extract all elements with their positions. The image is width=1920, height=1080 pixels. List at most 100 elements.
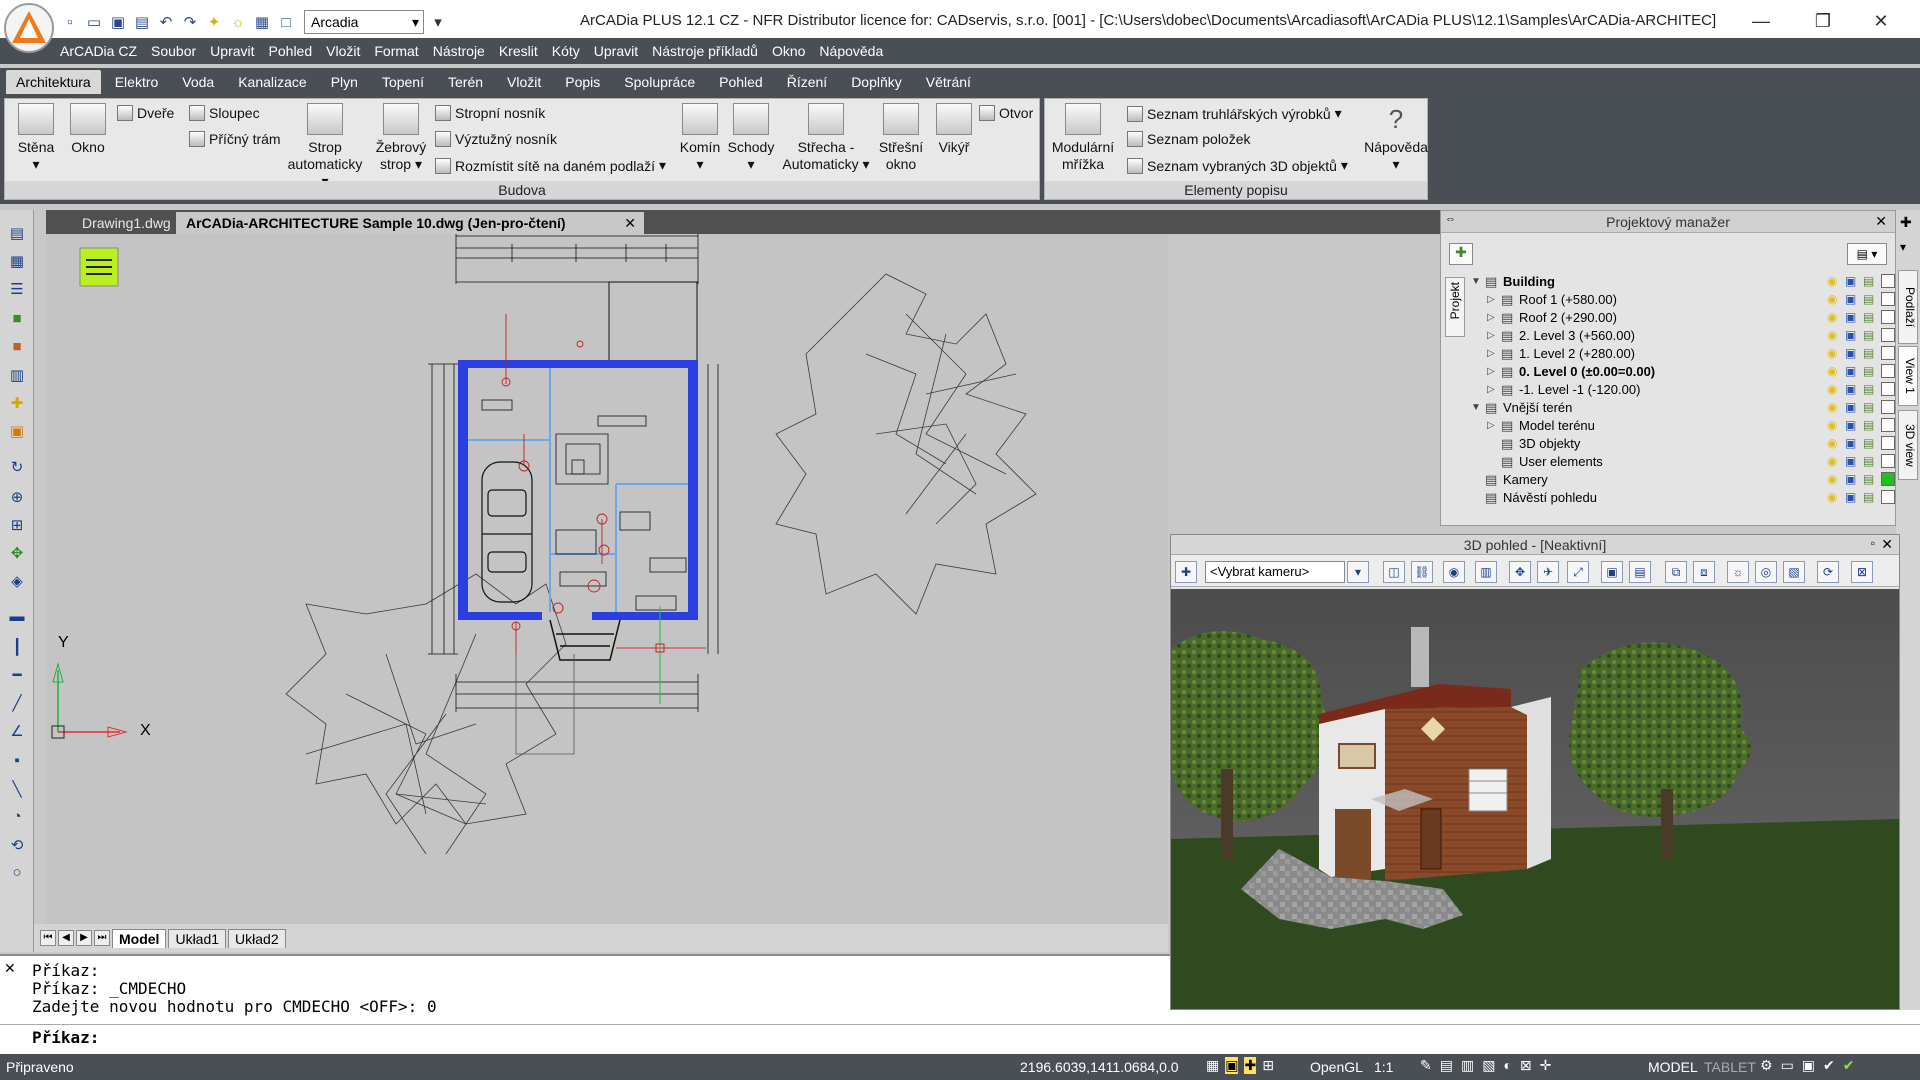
lock-icon[interactable]: ▣ bbox=[1845, 364, 1859, 378]
check-icon[interactable]: ✔ bbox=[1823, 1057, 1835, 1074]
tab-plyn[interactable]: Plyn bbox=[321, 70, 368, 94]
tree-item[interactable]: ▷ ▤ 1. Level 2 (+280.00) ◉ ▣ ▤ bbox=[1471, 345, 1895, 363]
pm-pin-icon[interactable]: ⇔ bbox=[1445, 213, 1456, 225]
visibility-bulb-icon[interactable]: ◉ bbox=[1827, 490, 1841, 504]
prev-layout-icon[interactable]: ◀ bbox=[58, 930, 74, 946]
lock-icon[interactable]: ▣ bbox=[1845, 454, 1859, 468]
visibility-bulb-icon[interactable]: ◉ bbox=[1827, 346, 1841, 360]
tab-rizeni[interactable]: Řízení bbox=[777, 70, 837, 94]
doc-tab-drawing1[interactable]: Drawing1.dwg bbox=[72, 212, 181, 234]
tree-item[interactable]: ▤ Kamery ◉ ▣ ▤ bbox=[1471, 471, 1895, 489]
expand-chevron-icon[interactable]: ▷ bbox=[1487, 327, 1495, 345]
minimize-button[interactable]: — bbox=[1738, 6, 1784, 36]
tab-pohled[interactable]: Pohled bbox=[709, 70, 773, 94]
vyztuzny-nosnik-button[interactable]: Výztužný nosník bbox=[435, 131, 557, 147]
lightbulb-icon[interactable]: ✦ bbox=[204, 12, 224, 32]
zoom-window-icon[interactable]: ⊞ bbox=[6, 516, 28, 536]
tree-item[interactable]: ▷ ▤ 0. Level 0 (±0.00=0.00) ◉ ▣ ▤ bbox=[1471, 363, 1895, 381]
polar-toggle-icon[interactable]: ⊞ bbox=[1262, 1057, 1274, 1074]
menu-nastroje-prikladu[interactable]: Nástroje příkladů bbox=[652, 43, 758, 59]
expand-chevron-icon[interactable]: ▷ bbox=[1487, 417, 1495, 435]
color-icon[interactable] bbox=[1881, 490, 1895, 504]
strop-automaticky-button[interactable]: Stropautomaticky ▾ bbox=[285, 103, 365, 190]
tree-item[interactable]: ▤ 3D objekty ◉ ▣ ▤ bbox=[1471, 435, 1895, 453]
expand-chevron-icon[interactable]: ▷ bbox=[1487, 381, 1495, 399]
print-icon[interactable]: ▤ bbox=[1863, 328, 1877, 342]
save-icon[interactable]: ▣ bbox=[108, 12, 128, 32]
copy-view-icon[interactable]: ⧉ bbox=[1665, 561, 1687, 583]
snap-icon[interactable]: ▣ bbox=[6, 422, 28, 442]
menu-okno[interactable]: Okno bbox=[772, 43, 805, 59]
tree-item[interactable]: ▼ ▤ Vnější terén ◉ ▣ ▤ bbox=[1471, 399, 1895, 417]
tab-doplnky[interactable]: Doplňky bbox=[841, 70, 912, 94]
print-icon[interactable]: ▤ bbox=[1863, 310, 1877, 324]
3d-render-viewport[interactable] bbox=[1171, 589, 1899, 1009]
menu-napoveda[interactable]: Nápověda bbox=[819, 43, 883, 59]
stresni-okno-button[interactable]: Střešní okno bbox=[873, 103, 929, 173]
lock-icon[interactable]: ▣ bbox=[1845, 418, 1859, 432]
grid-toggle-icon[interactable]: ▣ bbox=[1225, 1057, 1239, 1074]
okno-button[interactable]: Okno bbox=[63, 103, 113, 156]
tab-topeni[interactable]: Topení bbox=[372, 70, 434, 94]
first-layout-icon[interactable]: ⏮ bbox=[40, 930, 56, 946]
camera-options-icon[interactable]: ▾ bbox=[1347, 561, 1369, 583]
print-icon[interactable]: ▤ bbox=[1863, 346, 1877, 360]
tree-item[interactable]: ▷ ▤ 2. Level 3 (+560.00) ◉ ▣ ▤ bbox=[1471, 327, 1895, 345]
regen-icon[interactable]: ↻ bbox=[6, 458, 28, 478]
command-input[interactable]: Příkaz: bbox=[0, 1024, 1920, 1050]
clean-screen-icon[interactable]: ▭ bbox=[1781, 1057, 1794, 1074]
tab-teren[interactable]: Terén bbox=[438, 70, 493, 94]
visibility-bulb-icon[interactable]: ◉ bbox=[1827, 400, 1841, 414]
modularni-mrizka-button[interactable]: Modulární mřížka bbox=[1049, 103, 1117, 173]
zebrovy-strop-button[interactable]: Žebrový strop ▾ bbox=[371, 103, 431, 173]
rotate-icon[interactable]: ⟲ bbox=[6, 836, 28, 856]
pm-options-dropdown[interactable]: ▤ ▾ bbox=[1847, 243, 1887, 265]
tree-item[interactable]: ▤ Návěstí pohledu ◉ ▣ ▤ bbox=[1471, 489, 1895, 507]
menu-upravit[interactable]: Upravit bbox=[210, 43, 254, 59]
lock-icon[interactable]: ▣ bbox=[1845, 274, 1859, 288]
print-icon[interactable]: ▤ bbox=[1863, 382, 1877, 396]
print-icon[interactable]: ▤ bbox=[1863, 454, 1877, 468]
customize-qat-icon[interactable]: ▾ bbox=[428, 12, 448, 32]
lock-icon[interactable]: ▣ bbox=[1845, 382, 1859, 396]
close-button[interactable]: ✕ bbox=[1858, 6, 1904, 36]
tree-item[interactable]: ▤ User elements ◉ ▣ ▤ bbox=[1471, 453, 1895, 471]
last-layout-icon[interactable]: ⏭ bbox=[94, 930, 110, 946]
color-icon[interactable] bbox=[1881, 292, 1895, 306]
lock-icon[interactable]: ▣ bbox=[1845, 310, 1859, 324]
drawing-canvas[interactable]: Y X bbox=[46, 234, 1168, 936]
clip-icon[interactable]: ⊠ bbox=[1851, 561, 1873, 583]
grid-display-icon[interactable]: ▤ bbox=[1440, 1057, 1453, 1074]
rozmistit-site-button[interactable]: Rozmístit sítě na daném podlaží ▾ bbox=[435, 157, 666, 174]
status-model[interactable]: MODEL bbox=[1648, 1059, 1698, 1075]
lock-icon[interactable]: ▣ bbox=[1845, 328, 1859, 342]
color-square-icon[interactable]: □ bbox=[276, 12, 296, 32]
add-building-icon[interactable]: ✚ bbox=[1449, 243, 1473, 265]
color-icon[interactable] bbox=[1881, 328, 1895, 342]
tab-spoluprace[interactable]: Spolupráce bbox=[614, 70, 705, 94]
menu-soubor[interactable]: Soubor bbox=[151, 43, 196, 59]
layer-select[interactable]: Arcadia bbox=[304, 10, 424, 34]
layer-icon[interactable]: ▦ bbox=[252, 12, 272, 32]
print-icon[interactable]: ▤ bbox=[1863, 418, 1877, 432]
menu-nastroje[interactable]: Nástroje bbox=[433, 43, 485, 59]
visibility-bulb-icon[interactable]: ◉ bbox=[1827, 328, 1841, 342]
color-icon[interactable] bbox=[1881, 346, 1895, 360]
cycle-icon[interactable]: ◐ bbox=[1503, 1057, 1511, 1074]
print-icon[interactable]: ▤ bbox=[1863, 400, 1877, 414]
color-icon[interactable] bbox=[1881, 418, 1895, 432]
list-icon[interactable]: ☰ bbox=[6, 280, 28, 300]
table-icon[interactable]: ▥ bbox=[6, 366, 28, 386]
doc-tab-sample[interactable]: ArCADia-ARCHITECTURE Sample 10.dwg (Jen-… bbox=[176, 212, 644, 234]
tab-kanalizace[interactable]: Kanalizace bbox=[228, 70, 317, 94]
napoveda-button[interactable]: ? Nápověda ▾ bbox=[1363, 103, 1429, 173]
tree-item[interactable]: ▷ ▤ Roof 2 (+290.00) ◉ ▣ ▤ bbox=[1471, 309, 1895, 327]
export-view-icon[interactable]: ⧈ bbox=[1693, 561, 1715, 583]
status-scale[interactable]: 1:1 bbox=[1374, 1059, 1393, 1075]
arc-icon[interactable]: ◔ bbox=[6, 808, 28, 828]
add-panel-icon[interactable]: ✚ bbox=[1900, 214, 1912, 231]
layout-tab-uklad2[interactable]: Układ2 bbox=[228, 928, 286, 948]
circle-icon[interactable]: ○ bbox=[6, 864, 28, 884]
stena-button[interactable]: Stěna ▾ bbox=[11, 103, 61, 173]
visibility-bulb-icon[interactable]: ◉ bbox=[1827, 310, 1841, 324]
